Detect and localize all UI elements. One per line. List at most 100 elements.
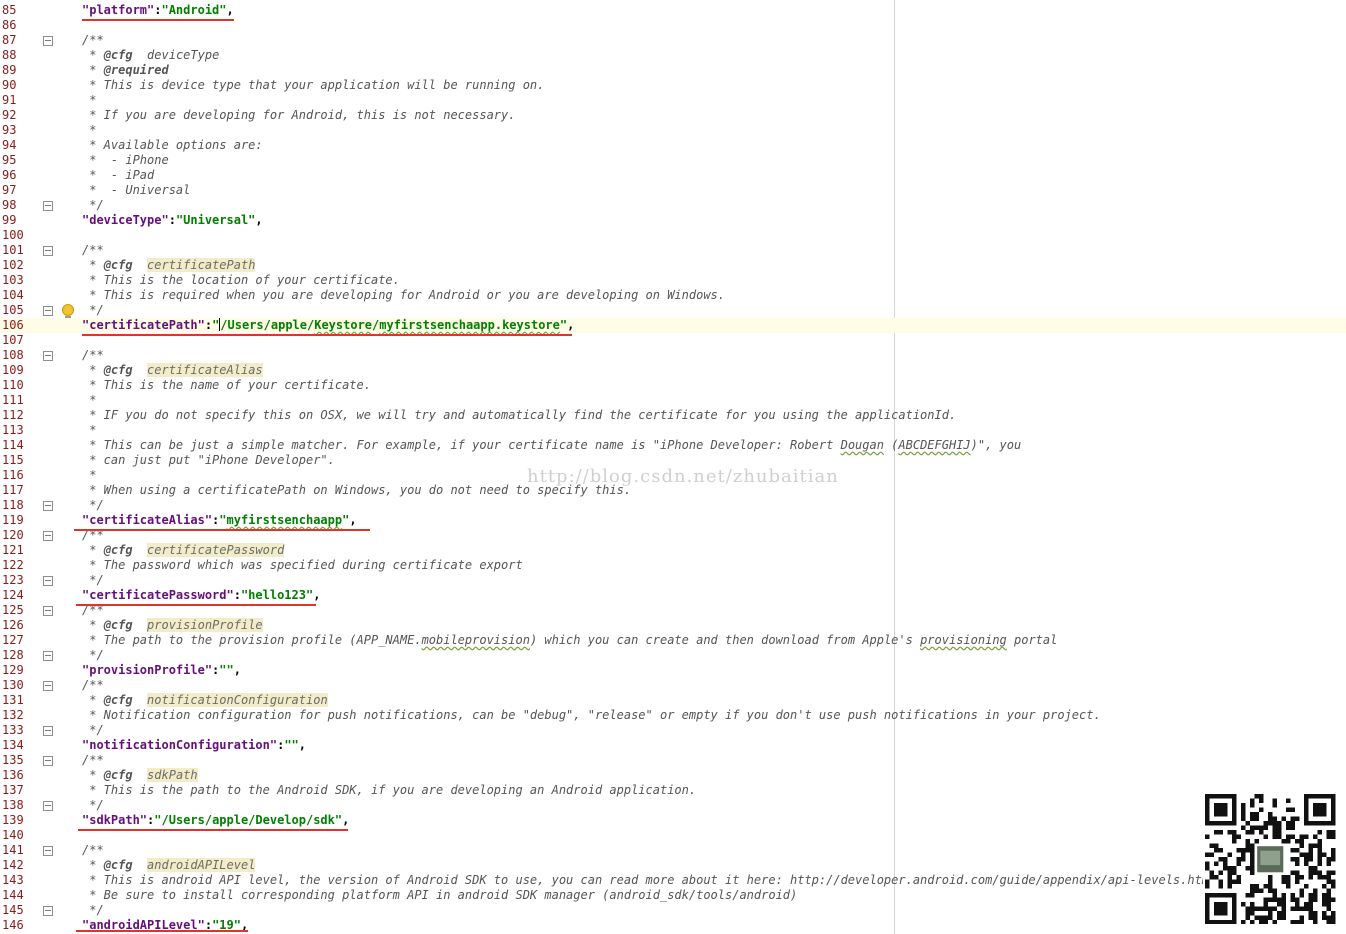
code-line[interactable]: 112 * IF you do not specify this on OSX,… [0, 408, 1346, 423]
code-text[interactable]: */ [82, 303, 103, 318]
code-line[interactable]: 132 * Notification configuration for pus… [0, 708, 1346, 723]
code-line[interactable]: 85 "platform":"Android", [0, 3, 1346, 18]
code-text[interactable]: "sdkPath":"/Users/apple/Develop/sdk", [82, 813, 349, 828]
code-line[interactable]: 124 "certificatePassword":"hello123", [0, 588, 1346, 603]
code-text[interactable]: * IF you do not specify this on OSX, we … [82, 408, 956, 423]
code-line[interactable]: 87 /** [0, 33, 1346, 48]
code-text[interactable]: * The path to the provision profile (APP… [82, 633, 1057, 648]
code-text[interactable]: * - iPhone [82, 153, 168, 168]
fold-toggle-icon[interactable] [43, 756, 53, 766]
code-line[interactable]: 135 /** [0, 753, 1346, 768]
code-line[interactable]: 94 * Available options are: [0, 138, 1346, 153]
code-text[interactable]: /** [82, 243, 104, 258]
code-line[interactable]: 138 */ [0, 798, 1346, 813]
code-text[interactable]: */ [82, 798, 103, 813]
code-line[interactable]: 96 * - iPad [0, 168, 1346, 183]
code-text[interactable]: /** [82, 843, 104, 858]
code-text[interactable]: * @required [82, 63, 169, 78]
code-line[interactable]: 91 * [0, 93, 1346, 108]
code-text[interactable]: /** [82, 33, 104, 48]
code-text[interactable]: * @cfg deviceType [82, 48, 219, 63]
code-line[interactable]: 127 * The path to the provision profile … [0, 633, 1346, 648]
code-line[interactable]: 105 */ [0, 303, 1346, 319]
code-line[interactable]: 128 */ [0, 648, 1346, 663]
code-text[interactable]: "certificateAlias":"myfirstsenchaapp", [82, 513, 357, 528]
code-text[interactable]: * can just put "iPhone Developer". [82, 453, 335, 468]
code-text[interactable]: * [82, 468, 96, 483]
code-text[interactable]: * @cfg androidAPILevel [82, 858, 256, 873]
fold-toggle-icon[interactable] [43, 306, 53, 316]
fold-toggle-icon[interactable] [43, 351, 53, 361]
code-text[interactable]: /** [82, 753, 104, 768]
code-text[interactable]: * [82, 423, 96, 438]
code-line[interactable]: 123 */ [0, 573, 1346, 588]
code-text[interactable]: * This is android API level, the version… [82, 873, 1223, 888]
fold-toggle-icon[interactable] [43, 606, 53, 616]
fold-toggle-icon[interactable] [43, 906, 53, 916]
code-line[interactable]: 90 * This is device type that your appli… [0, 78, 1346, 93]
code-line[interactable]: 93 * [0, 123, 1346, 138]
code-text[interactable]: * This is the location of your certifica… [82, 273, 400, 288]
fold-toggle-icon[interactable] [43, 246, 53, 256]
code-line[interactable]: 97 * - Universal [0, 183, 1346, 198]
code-text[interactable]: "deviceType":"Universal", [82, 213, 263, 228]
code-text[interactable]: /** [82, 678, 104, 693]
intention-bulb-icon[interactable] [62, 304, 74, 319]
code-text[interactable]: * - iPad [82, 168, 154, 183]
code-text[interactable]: * This is the path to the Android SDK, i… [82, 783, 696, 798]
code-text[interactable]: * [82, 123, 96, 138]
code-line[interactable]: 139 "sdkPath":"/Users/apple/Develop/sdk", [0, 813, 1346, 828]
code-line[interactable]: 137 * This is the path to the Android SD… [0, 783, 1346, 798]
code-line[interactable]: 111 * [0, 393, 1346, 408]
fold-toggle-icon[interactable] [43, 681, 53, 691]
fold-toggle-icon[interactable] [43, 501, 53, 511]
code-text[interactable]: * @cfg notificationConfiguration [82, 693, 328, 708]
code-line[interactable]: 101 /** [0, 243, 1346, 258]
code-text[interactable]: "certificatePassword":"hello123", [82, 588, 320, 603]
code-text[interactable]: * This is the name of your certificate. [82, 378, 371, 393]
fold-toggle-icon[interactable] [43, 36, 53, 46]
fold-toggle-icon[interactable] [43, 576, 53, 586]
code-line[interactable]: 142 * @cfg androidAPILevel [0, 858, 1346, 873]
code-line[interactable]: 106 "certificatePath":"/Users/apple/Keyst… [0, 318, 1346, 333]
code-text[interactable]: * This can be just a simple matcher. For… [82, 438, 1021, 453]
code-line[interactable]: 92 * If you are developing for Android, … [0, 108, 1346, 123]
code-line[interactable]: 109 * @cfg certificateAlias [0, 363, 1346, 378]
code-text[interactable]: "certificatePath":"/Users/apple/Keystore… [82, 318, 574, 333]
fold-toggle-icon[interactable] [43, 726, 53, 736]
fold-toggle-icon[interactable] [43, 531, 53, 541]
code-text[interactable]: "platform":"Android", [82, 3, 234, 18]
code-text[interactable]: "notificationConfiguration":"", [82, 738, 306, 753]
code-text[interactable]: * @cfg certificatePassword [82, 543, 285, 558]
code-text[interactable]: * Be sure to install corresponding platf… [82, 888, 797, 903]
code-text[interactable]: * This is required when you are developi… [82, 288, 725, 303]
fold-toggle-icon[interactable] [43, 651, 53, 661]
code-text[interactable]: * - Universal [82, 183, 190, 198]
code-editor[interactable]: 85 "platform":"Android", 86 87/** 88 * @cfg … [0, 0, 1346, 934]
code-line[interactable]: 103 * This is the location of your certi… [0, 273, 1346, 288]
code-text[interactable]: * [82, 393, 96, 408]
code-line[interactable]: 136 * @cfg sdkPath [0, 768, 1346, 783]
code-line[interactable]: 119 "certificateAlias":"myfirstsenchaapp"… [0, 513, 1346, 528]
code-line[interactable]: 129 "provisionProfile":"", [0, 663, 1346, 678]
code-line[interactable]: 110 * This is the name of your certifica… [0, 378, 1346, 393]
code-text[interactable]: */ [82, 573, 103, 588]
code-line[interactable]: 126 * @cfg provisionProfile [0, 618, 1346, 633]
code-line[interactable]: 108 /** [0, 348, 1346, 363]
fold-toggle-icon[interactable] [43, 201, 53, 211]
fold-toggle-icon[interactable] [43, 801, 53, 811]
code-line[interactable]: 95 * - iPhone [0, 153, 1346, 168]
code-line[interactable]: 118 */ [0, 498, 1346, 513]
code-line[interactable]: 114 * This can be just a simple matcher.… [0, 438, 1346, 453]
code-line[interactable]: 113 * [0, 423, 1346, 438]
code-line[interactable]: 100 [0, 228, 1346, 243]
code-line[interactable]: 143 * This is android API level, the ver… [0, 873, 1346, 888]
code-line[interactable]: 134 "notificationConfiguration":"", [0, 738, 1346, 753]
code-line[interactable]: 98 */ [0, 198, 1346, 213]
code-text[interactable]: * Notification configuration for push no… [82, 708, 1100, 723]
code-text[interactable]: /** [82, 348, 104, 363]
code-text[interactable]: "provisionProfile":"", [82, 663, 241, 678]
code-line[interactable]: 88 * @cfg deviceType [0, 48, 1346, 63]
code-text[interactable]: * Available options are: [82, 138, 262, 153]
code-text[interactable]: */ [82, 498, 103, 513]
